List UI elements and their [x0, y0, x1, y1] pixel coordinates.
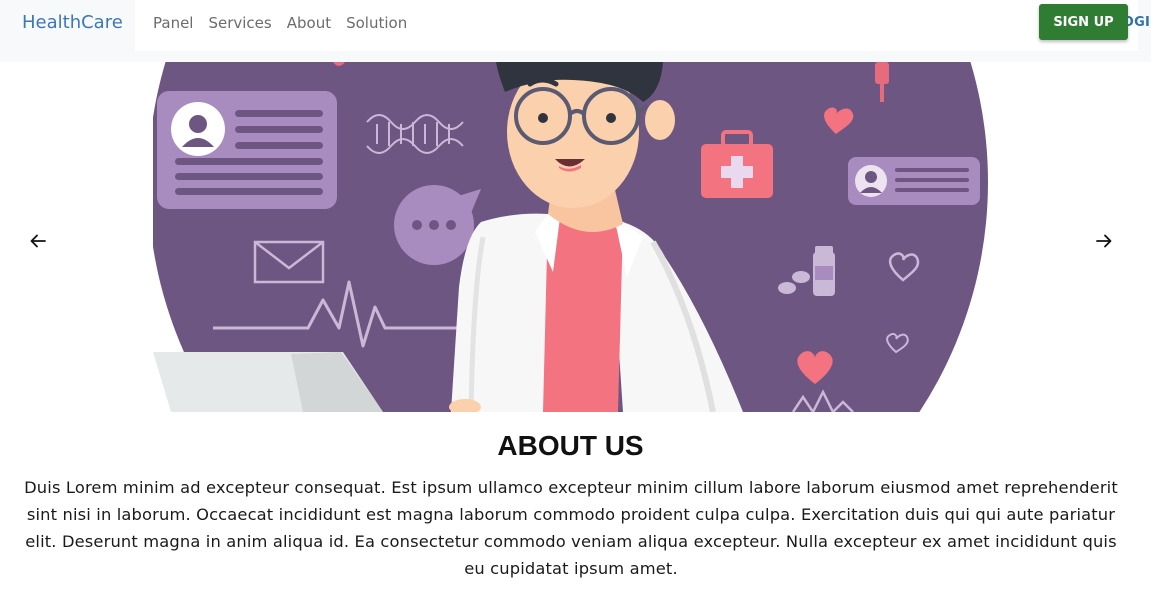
about-title: ABOUT US [497, 430, 644, 461]
navbar: HealthCare Panel Services About Solution… [0, 0, 1151, 62]
carousel-slide [153, 62, 993, 412]
signup-button[interactable]: SIGN UP [1039, 4, 1128, 40]
profile-card [157, 91, 337, 209]
brand-logo[interactable]: HealthCare [0, 0, 135, 46]
doctor-illustration [153, 62, 988, 412]
id-card-icon [848, 157, 980, 205]
nav-panel: Panel Services About Solution LOGIN [135, 0, 1151, 51]
arrow-left-icon [30, 234, 46, 248]
about-paragraph: Duis Lorem minim ad excepteur consequat.… [24, 478, 1118, 578]
nav-link-services[interactable]: Services [208, 14, 271, 32]
nav-links: Panel Services About Solution [153, 0, 422, 46]
carousel-prev-button[interactable] [25, 228, 51, 254]
nav-link-solution[interactable]: Solution [346, 14, 407, 32]
carousel [0, 62, 1151, 412]
nav-link-panel[interactable]: Panel [153, 14, 193, 32]
arrow-right-icon [1096, 234, 1112, 248]
nav-link-about[interactable]: About [287, 14, 331, 32]
laptop-illustration [153, 352, 383, 412]
carousel-next-button[interactable] [1091, 228, 1117, 254]
